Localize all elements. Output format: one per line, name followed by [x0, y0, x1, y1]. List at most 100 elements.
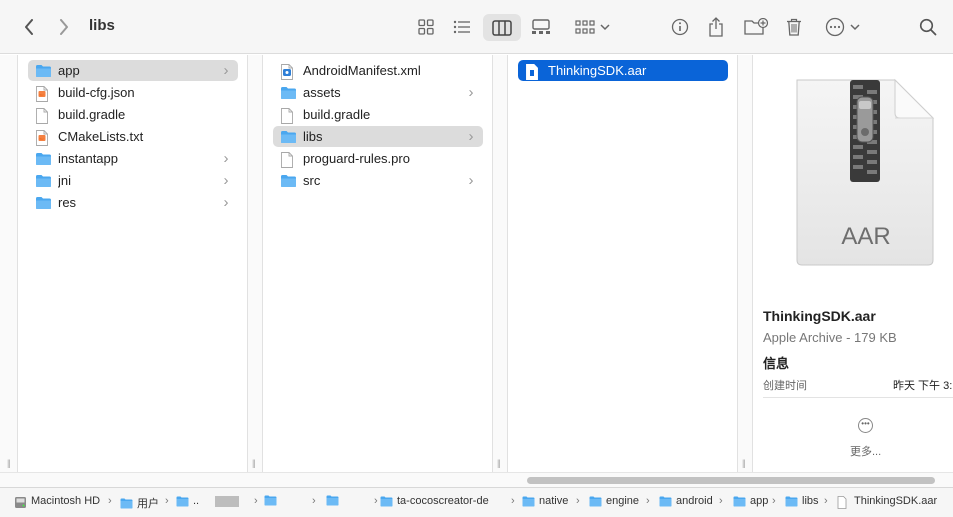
info-icon [671, 18, 689, 36]
column-resize-handle[interactable]: || [497, 458, 501, 468]
path-crumb[interactable]: libs [785, 495, 819, 507]
path-crumb[interactable]: android [659, 495, 713, 507]
chevron-left-icon [25, 19, 33, 35]
file-row[interactable]: AndroidManifest.xml [273, 60, 483, 81]
new-folder-button[interactable] [743, 16, 769, 38]
folder-row[interactable]: res › [28, 192, 238, 213]
path-crumb[interactable] [264, 495, 281, 506]
gallery-view-icon [532, 19, 550, 34]
item-label: assets [303, 85, 341, 100]
folder-icon [380, 496, 393, 507]
path-crumb[interactable]: Macintosh HD [14, 495, 101, 508]
path-separator: › [576, 495, 580, 507]
share-icon [709, 17, 723, 37]
file-icon [280, 151, 297, 168]
file-row[interactable]: CMakeLists.txt [28, 126, 238, 147]
path-crumb[interactable]: app [733, 495, 768, 507]
list-view-icon [453, 20, 470, 34]
chevron-down-icon [599, 24, 610, 31]
path-crumb-label: engine [606, 495, 640, 507]
path-crumb-label: android [676, 495, 713, 507]
path-crumb[interactable]: engine [589, 495, 639, 507]
path-separator: › [254, 495, 258, 507]
folder-icon [280, 174, 297, 188]
more-icon[interactable]: ••• [858, 418, 873, 433]
folder-icon [589, 496, 602, 507]
file-row[interactable]: ThinkingSDK.aar [518, 60, 728, 81]
path-separator: › [772, 495, 776, 507]
trash-button[interactable] [784, 16, 804, 38]
share-button[interactable] [705, 15, 727, 39]
path-separator: › [312, 495, 316, 507]
folder-icon [35, 64, 52, 78]
more-actions-button[interactable] [823, 16, 861, 38]
path-crumb[interactable]: .. [176, 495, 240, 507]
file-row[interactable]: build.gradle [273, 104, 483, 125]
column-resize-handle[interactable]: || [252, 458, 256, 468]
preview-info-heading: 信息 [763, 356, 790, 371]
path-crumb[interactable]: ThinkingSDK.aar [837, 495, 938, 509]
list-view-button[interactable] [450, 16, 474, 38]
chevron-right-icon: › [468, 84, 474, 101]
path-crumb-label: .. [193, 495, 200, 507]
folder-row[interactable]: app › [28, 60, 238, 81]
column-libs[interactable]: ThinkingSDK.aar [508, 55, 738, 472]
path-separator: › [824, 495, 828, 507]
item-label: CMakeLists.txt [58, 129, 144, 144]
file-icon [280, 107, 297, 124]
path-separator: › [108, 495, 112, 507]
item-label: proguard-rules.pro [303, 151, 410, 166]
path-crumb[interactable]: native [522, 495, 568, 507]
path-crumb[interactable]: ta-cocoscreator-de [380, 495, 489, 507]
horizontal-scrollbar[interactable] [0, 472, 953, 487]
item-label: app [58, 63, 80, 78]
path-crumb-label: ThinkingSDK.aar [854, 495, 938, 507]
folder-row[interactable]: src › [273, 170, 483, 191]
preview-divider [763, 397, 953, 398]
new-folder-icon [744, 18, 768, 35]
path-crumb-label: Macintosh HD [31, 495, 101, 507]
search-icon [919, 18, 937, 36]
column-app-contents[interactable]: AndroidManifest.xml assets › build.gradle li… [263, 55, 493, 472]
path-crumb[interactable] [326, 495, 343, 506]
created-label: 创建时间 [763, 380, 807, 392]
folder-row[interactable]: jni › [28, 170, 238, 191]
file-row[interactable]: build-cfg.json [28, 82, 238, 103]
icon-view-button[interactable] [414, 16, 438, 38]
forward-button[interactable] [53, 16, 75, 38]
file-row[interactable]: build.gradle [28, 104, 238, 125]
search-button[interactable] [917, 16, 939, 38]
more-link[interactable]: 更多... [850, 443, 881, 459]
item-label: src [303, 173, 321, 188]
folder-icon [659, 496, 672, 507]
column-view-icon [492, 19, 512, 36]
path-separator: › [646, 495, 650, 507]
trash-icon [787, 18, 801, 36]
column-gap [738, 55, 753, 472]
column-resize-handle[interactable]: || [7, 458, 11, 468]
group-icon [574, 20, 595, 34]
scrollbar-thumb[interactable] [527, 477, 935, 484]
folder-icon [176, 496, 189, 507]
path-crumb[interactable]: 用户 [120, 495, 159, 511]
column-view-button[interactable] [483, 14, 521, 41]
folder-row[interactable]: assets › [273, 82, 483, 103]
folder-icon [120, 498, 133, 509]
folder-row[interactable]: libs › [273, 126, 483, 147]
gallery-view-button[interactable] [529, 16, 553, 38]
item-label: instantapp [58, 151, 118, 166]
group-by-button[interactable] [572, 16, 612, 38]
path-separator: › [374, 495, 378, 507]
back-button[interactable] [18, 16, 40, 38]
column-app[interactable]: app › build-cfg.json build.gradle CMakeLists… [18, 55, 248, 472]
file-icon [35, 129, 52, 146]
file-type-badge: AAR [841, 223, 891, 250]
item-label: libs [303, 129, 323, 144]
file-icon [35, 85, 52, 102]
chevron-down-icon [849, 24, 860, 31]
column-resize-handle[interactable]: || [742, 458, 746, 468]
item-label: build.gradle [58, 107, 126, 122]
folder-row[interactable]: instantapp › [28, 148, 238, 169]
get-info-button[interactable] [669, 16, 691, 38]
file-row[interactable]: proguard-rules.pro [273, 148, 483, 169]
